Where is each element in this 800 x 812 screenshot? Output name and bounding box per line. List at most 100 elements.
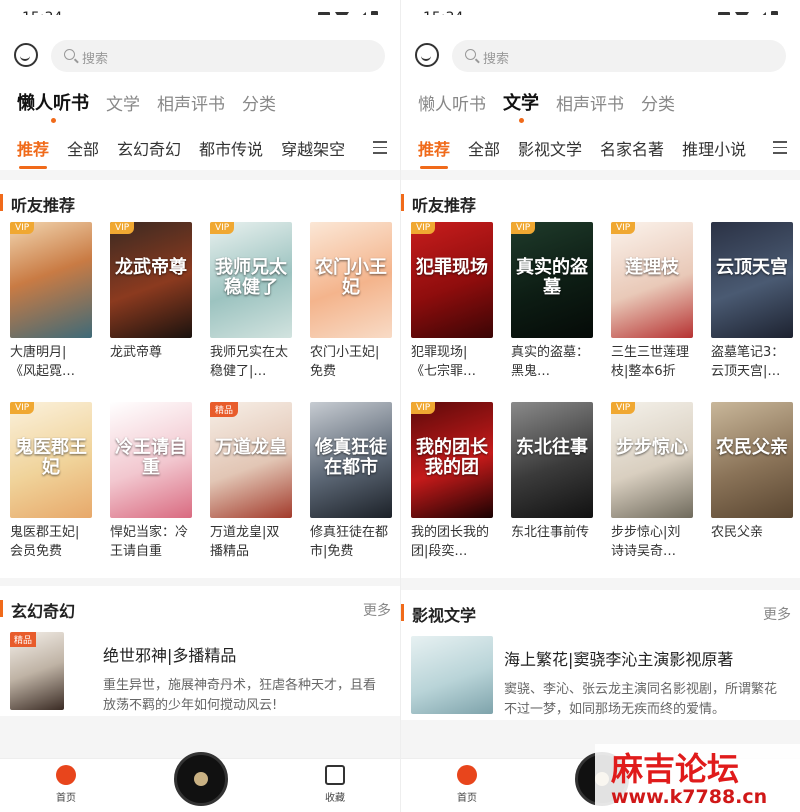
section-title: 影视文学 (412, 606, 477, 625)
fantasy-section: 玄幻奇幻 更多 精品 绝世邪神|多播精品 重生异世，施展神奇丹术，狂虐各种天才，… (0, 586, 400, 716)
book-cover: VIP (10, 222, 92, 338)
vip-badge: VIP (611, 222, 636, 234)
section-accent-bar (401, 194, 404, 211)
book-title: 农民父亲 (711, 525, 764, 540)
cover-text: 莲理枝 (625, 257, 679, 278)
book-card[interactable]: 万道龙皇 精品万道龙皇|双播精品 (210, 402, 292, 572)
search-icon (64, 49, 75, 60)
recommend-section: 听友推荐 VIP 大唐明月|《风起霓… 龙武帝尊 VIP 龙武帝尊 我师兄太稳健了 VIP 我… (0, 180, 400, 578)
vip-badge: VIP (411, 402, 436, 414)
vip-badge: VIP (10, 222, 35, 234)
book-card[interactable]: 东北往事 东北往事前传 (511, 402, 593, 572)
vip-badge: VIP (411, 222, 436, 234)
more-link[interactable]: 更多 (763, 604, 791, 624)
book-title: 盗墓笔记3：云顶天宫|… (711, 345, 785, 379)
book-cover: 鬼医郡王妃 VIP (10, 402, 92, 518)
book-card[interactable]: 冷王请自重 悍妃当家：冷王请自重 (110, 402, 192, 572)
left-screen: 15:34 搜索 懒人听书 文学 相声评书 分类 推荐 全部 玄幻奇幻 都市传说… (0, 0, 400, 812)
book-title: 龙武帝尊 (110, 345, 163, 360)
search-input[interactable]: 搜索 (452, 40, 786, 72)
section-accent-bar (0, 194, 3, 211)
book-card[interactable]: 农民父亲 农民父亲 (711, 402, 793, 572)
tab-home[interactable]: 首页 (437, 765, 497, 804)
subtab-all[interactable]: 全部 (67, 136, 99, 160)
book-card[interactable]: 我师兄太稳健了 VIP 我师兄实在太稳健了|… (210, 222, 292, 392)
book-card[interactable]: 真实的盗墓 VIP 真实的盗墓：黑鬼… (511, 222, 593, 392)
subtab-fantasy[interactable]: 玄幻奇幻 (117, 136, 181, 160)
tab-fav-label: 收藏 (325, 793, 345, 804)
menu-icon[interactable] (760, 125, 800, 170)
cover-text: 农门小王妃 (315, 257, 387, 298)
premium-badge: 精品 (210, 402, 239, 417)
player-disc[interactable] (174, 752, 228, 806)
subtab-time-travel[interactable]: 穿越架空 (281, 136, 345, 160)
book-card[interactable]: 农门小王妃 农门小王妃|免费 (310, 222, 392, 392)
section-title: 听友推荐 (11, 196, 76, 215)
section-accent-bar (0, 600, 3, 617)
tab-literature[interactable]: 文学 (106, 90, 140, 125)
book-cover: 农民父亲 (711, 402, 793, 518)
list-item[interactable]: 海上繁花|窦骁李沁主演影视原著 窦骁、李沁、张云龙主演同名影视剧，所谓繁花不过一… (401, 632, 800, 717)
section-title: 听友推荐 (412, 196, 477, 215)
cover-text: 犯罪现场 (416, 257, 488, 278)
list-item-title: 绝世邪神|多播精品 (103, 646, 237, 665)
tab-favorites[interactable]: 收藏 (305, 765, 365, 804)
film-literature-section: 影视文学 更多 海上繁花|窦骁李沁主演影视原著 窦骁、李沁、张云龙主演同名影视剧… (401, 590, 800, 720)
section-title: 玄幻奇幻 (11, 602, 76, 621)
book-title: 万道龙皇|双播精品 (210, 525, 280, 559)
subtab-urban[interactable]: 都市传说 (199, 136, 263, 160)
cover-text: 云顶天宫 (716, 257, 788, 278)
smiley-icon[interactable] (14, 43, 38, 67)
tab-home[interactable]: 首页 (36, 765, 96, 804)
vip-badge: VIP (110, 222, 135, 234)
book-card[interactable]: VIP 大唐明月|《风起霓… (10, 222, 92, 392)
cover-text: 东北往事 (516, 437, 588, 458)
subtab-film-literature[interactable]: 影视文学 (518, 136, 582, 160)
vip-badge: VIP (611, 402, 636, 414)
cover-text: 我师兄太稳健了 (215, 257, 287, 298)
book-cover (411, 636, 493, 714)
book-card[interactable]: 修真狂徒在都市 修真狂徒在都市|免费 (310, 402, 392, 572)
cover-text: 龙武帝尊 (115, 257, 187, 278)
book-title: 修真狂徒在都市|免费 (310, 525, 389, 559)
tab-lanren[interactable]: 懒人听书 (17, 89, 89, 125)
tab-literature[interactable]: 文学 (503, 89, 539, 125)
subtab-all[interactable]: 全部 (468, 136, 500, 160)
book-card[interactable]: 步步惊心 VIP 步步惊心|刘诗诗吴奇… (611, 402, 693, 572)
book-card[interactable]: 我的团长我的团 VIP 我的团长我的团|段奕… (411, 402, 493, 572)
subtab-mystery[interactable]: 推理小说 (682, 136, 746, 160)
tab-classify[interactable]: 分类 (641, 90, 675, 125)
subtab-classics[interactable]: 名家名著 (600, 136, 664, 160)
book-card[interactable]: 犯罪现场 VIP 犯罪现场|《七宗罪… (411, 222, 493, 392)
menu-icon[interactable] (360, 125, 400, 170)
category-tabs: 懒人听书 文学 相声评书 分类 (401, 80, 800, 125)
book-card[interactable]: 鬼医郡王妃 VIP 鬼医郡王妃|会员免费 (10, 402, 92, 572)
book-card[interactable]: 莲理枝 VIP 三生三世莲理枝|整本6折 (611, 222, 693, 392)
search-input[interactable]: 搜索 (51, 40, 385, 72)
book-cover: 步步惊心 VIP (611, 402, 693, 518)
category-tabs: 懒人听书 文学 相声评书 分类 (0, 80, 400, 125)
book-title: 鬼医郡王妃|会员免费 (10, 525, 80, 559)
list-item[interactable]: 精品 绝世邪神|多播精品 重生异世，施展神奇丹术，狂虐各种天才，且看放荡不羁的少… (0, 628, 400, 713)
watermark-title: 麻吉论坛 (611, 750, 740, 788)
tab-crosstalk[interactable]: 相声评书 (157, 90, 225, 125)
watermark: 麻吉论坛 www.k7788.cn (595, 744, 800, 812)
premium-badge: 精品 (10, 632, 37, 647)
smiley-icon[interactable] (415, 43, 439, 67)
vip-badge: VIP (511, 222, 536, 234)
tab-lanren[interactable]: 懒人听书 (418, 90, 486, 125)
tab-crosstalk[interactable]: 相声评书 (556, 90, 624, 125)
book-card[interactable]: 云顶天宫盗墓笔记3：云顶天宫|… (711, 222, 793, 392)
cover-text: 万道龙皇 (215, 437, 287, 458)
book-card[interactable]: 龙武帝尊 VIP 龙武帝尊 (110, 222, 192, 392)
subtab-recommend[interactable]: 推荐 (418, 136, 450, 169)
list-item-desc: 窦骁、李沁、张云龙主演同名影视剧，所谓繁花不过一梦，如同那场无疾而终的爱情。 (504, 682, 778, 717)
book-title: 犯罪现场|《七宗罪… (411, 345, 477, 379)
book-cover: 我师兄太稳健了 VIP (210, 222, 292, 338)
tab-classify[interactable]: 分类 (242, 90, 276, 125)
clock-icon (325, 765, 345, 785)
home-icon (56, 765, 76, 785)
list-item-desc: 重生异世，施展神奇丹术，狂虐各种天才，且看放荡不羁的少年如何搅动风云! (103, 678, 377, 713)
more-link[interactable]: 更多 (363, 600, 391, 620)
subtab-recommend[interactable]: 推荐 (17, 136, 49, 169)
